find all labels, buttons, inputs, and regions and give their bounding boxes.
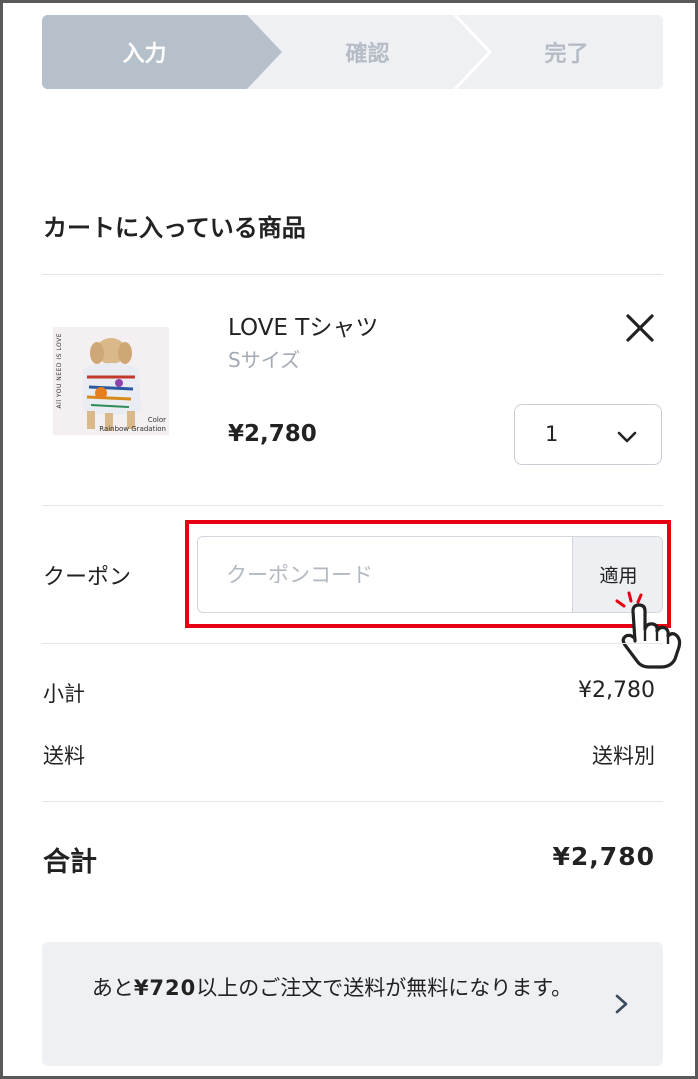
- thumbnail-vertical-text: All YOU NEED IS LOVE: [56, 333, 63, 409]
- product-name[interactable]: LOVE Tシャツ: [228, 308, 378, 342]
- step-input: 入力: [42, 15, 247, 89]
- notice-text-after: 以上のご注文で送料が無料になります。: [196, 976, 573, 1000]
- total-value: ¥2,780: [552, 842, 655, 871]
- free-shipping-text: あと¥720以上のご注文で送料が無料になります。: [62, 970, 602, 1006]
- product-price: ¥2,780: [228, 421, 317, 447]
- thumbnail-caption-color: Color: [147, 416, 166, 424]
- shipping-label: 送料: [43, 744, 85, 768]
- product-thumbnail: All YOU NEED IS LOVE Color Rainbow Grada…: [53, 327, 169, 435]
- coupon-label: クーポン: [43, 565, 132, 590]
- total-label: 合計: [43, 847, 97, 878]
- divider: [42, 274, 663, 275]
- free-shipping-notice[interactable]: あと¥720以上のご注文で送料が無料になります。: [42, 942, 663, 1066]
- chevron-down-icon: [617, 431, 637, 443]
- divider: [42, 643, 663, 644]
- coupon-code-input[interactable]: [198, 537, 572, 612]
- quantity-value: 1: [545, 422, 559, 446]
- shipping-value: 送料別: [592, 744, 655, 768]
- thumbnail-caption-variant: Rainbow Gradation: [99, 425, 166, 433]
- coupon-field-group: 適用: [197, 536, 663, 613]
- checkout-stepper: 確認 完了 入力: [42, 15, 663, 89]
- page-frame: 確認 完了 入力 カートに入っている商品 All YOU NEED IS LOV…: [0, 0, 698, 1079]
- tap-hand-icon: [615, 591, 682, 669]
- product-size: Sサイズ: [228, 348, 301, 372]
- subtotal-value: ¥2,780: [578, 678, 655, 703]
- notice-amount: ¥720: [133, 976, 197, 1000]
- subtotal-label: 小計: [43, 682, 85, 706]
- divider: [42, 505, 663, 506]
- cart-title: カートに入っている商品: [43, 214, 306, 242]
- close-icon: [626, 314, 654, 342]
- divider: [42, 801, 663, 802]
- chevron-right-icon: [615, 994, 628, 1014]
- remove-item-button[interactable]: [620, 308, 660, 348]
- notice-text-before: あと: [91, 976, 134, 1000]
- quantity-select[interactable]: 1: [514, 404, 662, 465]
